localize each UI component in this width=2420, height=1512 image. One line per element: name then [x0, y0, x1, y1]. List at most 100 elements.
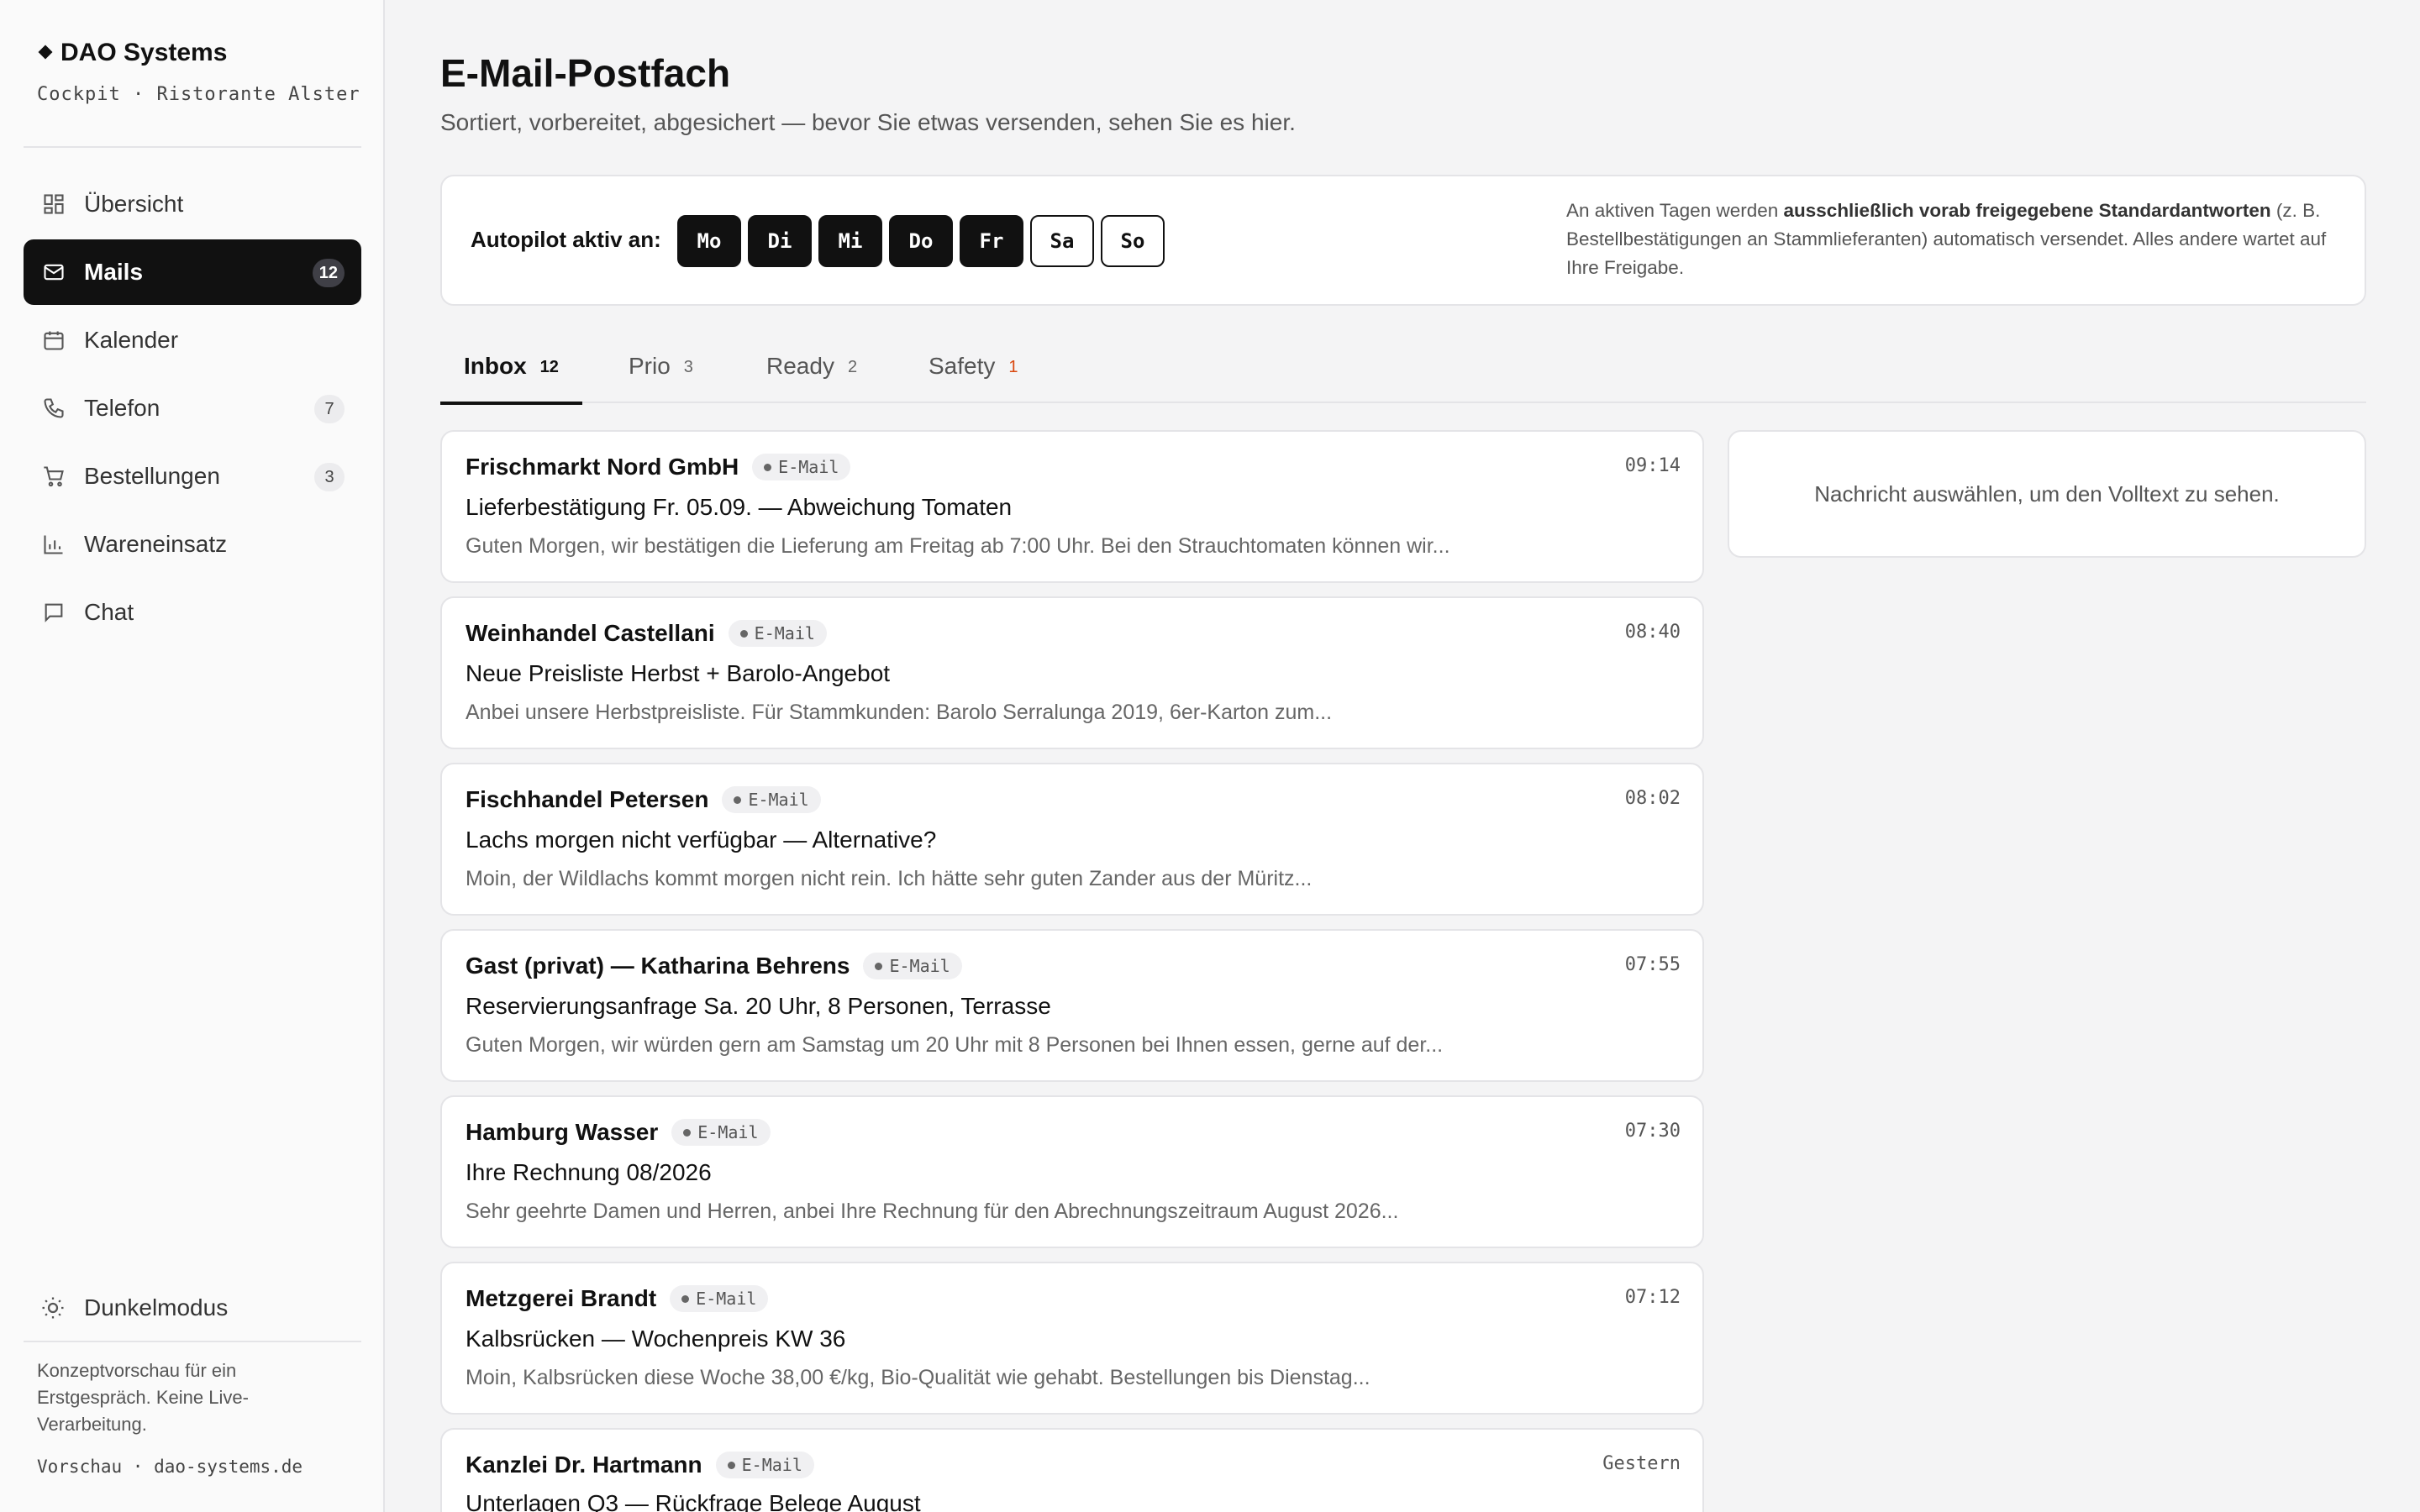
message-card[interactable]: Gast (privat) — Katharina Behrens E-Mail … — [440, 929, 1704, 1082]
autopilot-days: Mo Di Mi Do Fr Sa So — [677, 215, 1165, 267]
sidebar-item-bestellungen[interactable]: Bestellungen 3 — [24, 444, 361, 509]
sidebar: DAO Systems Cockpit · Ristorante Alster … — [0, 0, 385, 1512]
bar-chart-icon — [44, 535, 63, 554]
sender-name: Kanzlei Dr. Hartmann — [466, 1452, 702, 1478]
message-card[interactable]: Frischmarkt Nord GmbH E-Mail 09:14 Liefer… — [440, 430, 1704, 583]
page-subtitle: Sortiert, vorbereitet, abgesichert — bev… — [440, 109, 1296, 135]
calendar-icon — [44, 331, 64, 350]
message-subject: Ihre Rechnung 08/2026 — [466, 1159, 712, 1185]
channel-label: E-Mail — [754, 623, 815, 643]
channel-chip: E-Mail — [728, 620, 827, 647]
channel-chip: E-Mail — [863, 953, 962, 979]
tab-count: 12 — [539, 358, 559, 376]
tab-count: 2 — [847, 358, 858, 376]
dot-icon — [727, 1461, 735, 1469]
day-toggle-mi[interactable]: Mi — [818, 215, 882, 267]
sidebar-badge: 7 — [314, 395, 345, 423]
message-card[interactable]: Metzgerei Brandt E-Mail 07:12 Kalbsrücken… — [440, 1262, 1704, 1415]
day-toggle-di[interactable]: Di — [748, 215, 812, 267]
tab-label: Safety — [929, 353, 996, 379]
message-time: 08:40 — [1624, 622, 1681, 643]
sender-name: Weinhandel Castellani — [466, 620, 715, 646]
sun-icon — [42, 1297, 64, 1319]
tab-inbox[interactable]: Inbox 12 — [440, 353, 582, 405]
day-toggle-sa[interactable]: Sa — [1030, 215, 1094, 267]
day-toggle-fr[interactable]: Fr — [960, 215, 1023, 267]
dark-mode-toggle[interactable]: Dunkelmodus — [24, 1275, 361, 1341]
sidebar-item-chat[interactable]: Chat — [24, 580, 361, 645]
message-time: 07:12 — [1624, 1287, 1681, 1308]
chat-icon — [45, 603, 63, 622]
sender-name: Metzgerei Brandt — [466, 1285, 657, 1311]
channel-chip: E-Mail — [670, 1285, 769, 1312]
sidebar-badge: 12 — [312, 259, 345, 287]
sidebar-item-wareneinsatz[interactable]: Wareneinsatz — [24, 512, 361, 577]
message-subject: Lachs morgen nicht verfügbar — Alternati… — [466, 827, 937, 853]
sidebar-item-label: Chat — [84, 599, 134, 625]
message-sender: Weinhandel Castellani E-Mail — [466, 620, 827, 647]
sidebar-item-label: Telefon — [84, 395, 160, 421]
tab-label: Prio — [629, 353, 671, 379]
sidebar-note: Konzeptvorschau für ein Erstgespräch. Ke… — [37, 1360, 249, 1435]
message-card[interactable]: Hamburg Wasser E-Mail 07:30 Ihre Rechnung… — [440, 1095, 1704, 1248]
autopilot-note-prefix: An aktiven Tagen werden — [1566, 200, 1784, 221]
sidebar-divider — [24, 146, 361, 148]
sender-name: Gast (privat) — Katharina Behrens — [466, 953, 850, 979]
message-time: 08:02 — [1624, 788, 1681, 809]
sidebar-item-uebersicht[interactable]: Übersicht — [24, 171, 361, 237]
message-preview: Moin, der Wildlachs kommt morgen nicht r… — [466, 867, 1313, 890]
sidebar-item-label: Übersicht — [84, 191, 184, 217]
message-detail-placeholder: Nachricht auswählen, um den Volltext zu … — [1728, 430, 2366, 558]
dot-icon — [764, 463, 772, 471]
message-card[interactable]: Weinhandel Castellani E-Mail 08:40 Neue P… — [440, 596, 1704, 749]
channel-label: E-Mail — [696, 1289, 757, 1309]
dot-icon — [875, 962, 883, 970]
dot-icon — [681, 1294, 690, 1303]
sidebar-item-kalender[interactable]: Kalender — [24, 307, 361, 373]
tab-count: 3 — [683, 358, 693, 376]
message-preview: Guten Morgen, wir würden gern am Samstag… — [466, 1033, 1444, 1057]
message-time: 09:14 — [1624, 455, 1681, 476]
dot-icon — [683, 1128, 692, 1137]
channel-chip: E-Mail — [715, 1452, 814, 1478]
phone-icon — [44, 398, 64, 418]
tab-label: Ready — [766, 353, 834, 379]
message-card[interactable]: Kanzlei Dr. Hartmann E-Mail Gestern Unter… — [440, 1428, 1704, 1512]
channel-label: E-Mail — [741, 1455, 802, 1475]
tab-label: Inbox — [464, 353, 527, 379]
channel-chip: E-Mail — [722, 786, 821, 813]
message-time: Gestern — [1602, 1453, 1681, 1474]
day-toggle-so[interactable]: So — [1101, 215, 1165, 267]
channel-label: E-Mail — [778, 457, 839, 477]
message-sender: Gast (privat) — Katharina Behrens E-Mail — [466, 953, 962, 979]
message-sender: Kanzlei Dr. Hartmann E-Mail — [466, 1452, 814, 1478]
message-subject: Neue Preisliste Herbst + Barolo-Angebot — [466, 660, 891, 686]
brand-diamond-icon — [38, 45, 53, 60]
brand[interactable]: DAO Systems — [37, 39, 227, 67]
tab-prio[interactable]: Prio 3 — [629, 353, 693, 402]
tab-ready[interactable]: Ready 2 — [766, 353, 857, 402]
cart-icon — [44, 466, 64, 487]
channel-label: E-Mail — [889, 956, 950, 976]
sidebar-nav: Übersicht Mails 12 Kalender Telefon 7 Be… — [24, 171, 361, 648]
day-toggle-do[interactable]: Do — [889, 215, 953, 267]
autopilot-note-bold: ausschließlich vorab freigegebene Standa… — [1783, 200, 2271, 221]
message-subject: Kalbsrücken — Wochenpreis KW 36 — [466, 1326, 846, 1352]
sidebar-item-telefon[interactable]: Telefon 7 — [24, 375, 361, 441]
sidebar-divider — [24, 1341, 361, 1342]
message-sender: Fischhandel Petersen E-Mail — [466, 786, 821, 813]
channel-chip: E-Mail — [671, 1119, 771, 1146]
channel-label: E-Mail — [697, 1122, 759, 1142]
tab-safety[interactable]: Safety 1 — [929, 353, 1018, 402]
channel-label: E-Mail — [748, 790, 809, 810]
sidebar-footer: Vorschau · dao-systems.de — [37, 1457, 303, 1477]
message-preview: Guten Morgen, wir bestätigen die Lieferu… — [466, 534, 1450, 558]
day-toggle-mo[interactable]: Mo — [677, 215, 741, 267]
sidebar-item-label: Bestellungen — [84, 463, 220, 489]
message-sender: Hamburg Wasser E-Mail — [466, 1119, 771, 1146]
message-subject: Reservierungsanfrage Sa. 20 Uhr, 8 Perso… — [466, 993, 1051, 1019]
message-card[interactable]: Fischhandel Petersen E-Mail 08:02 Lachs m… — [440, 763, 1704, 916]
tab-count: 1 — [1008, 358, 1018, 376]
sidebar-item-mails[interactable]: Mails 12 — [24, 239, 361, 305]
sidebar-item-label: Wareneinsatz — [84, 531, 228, 557]
